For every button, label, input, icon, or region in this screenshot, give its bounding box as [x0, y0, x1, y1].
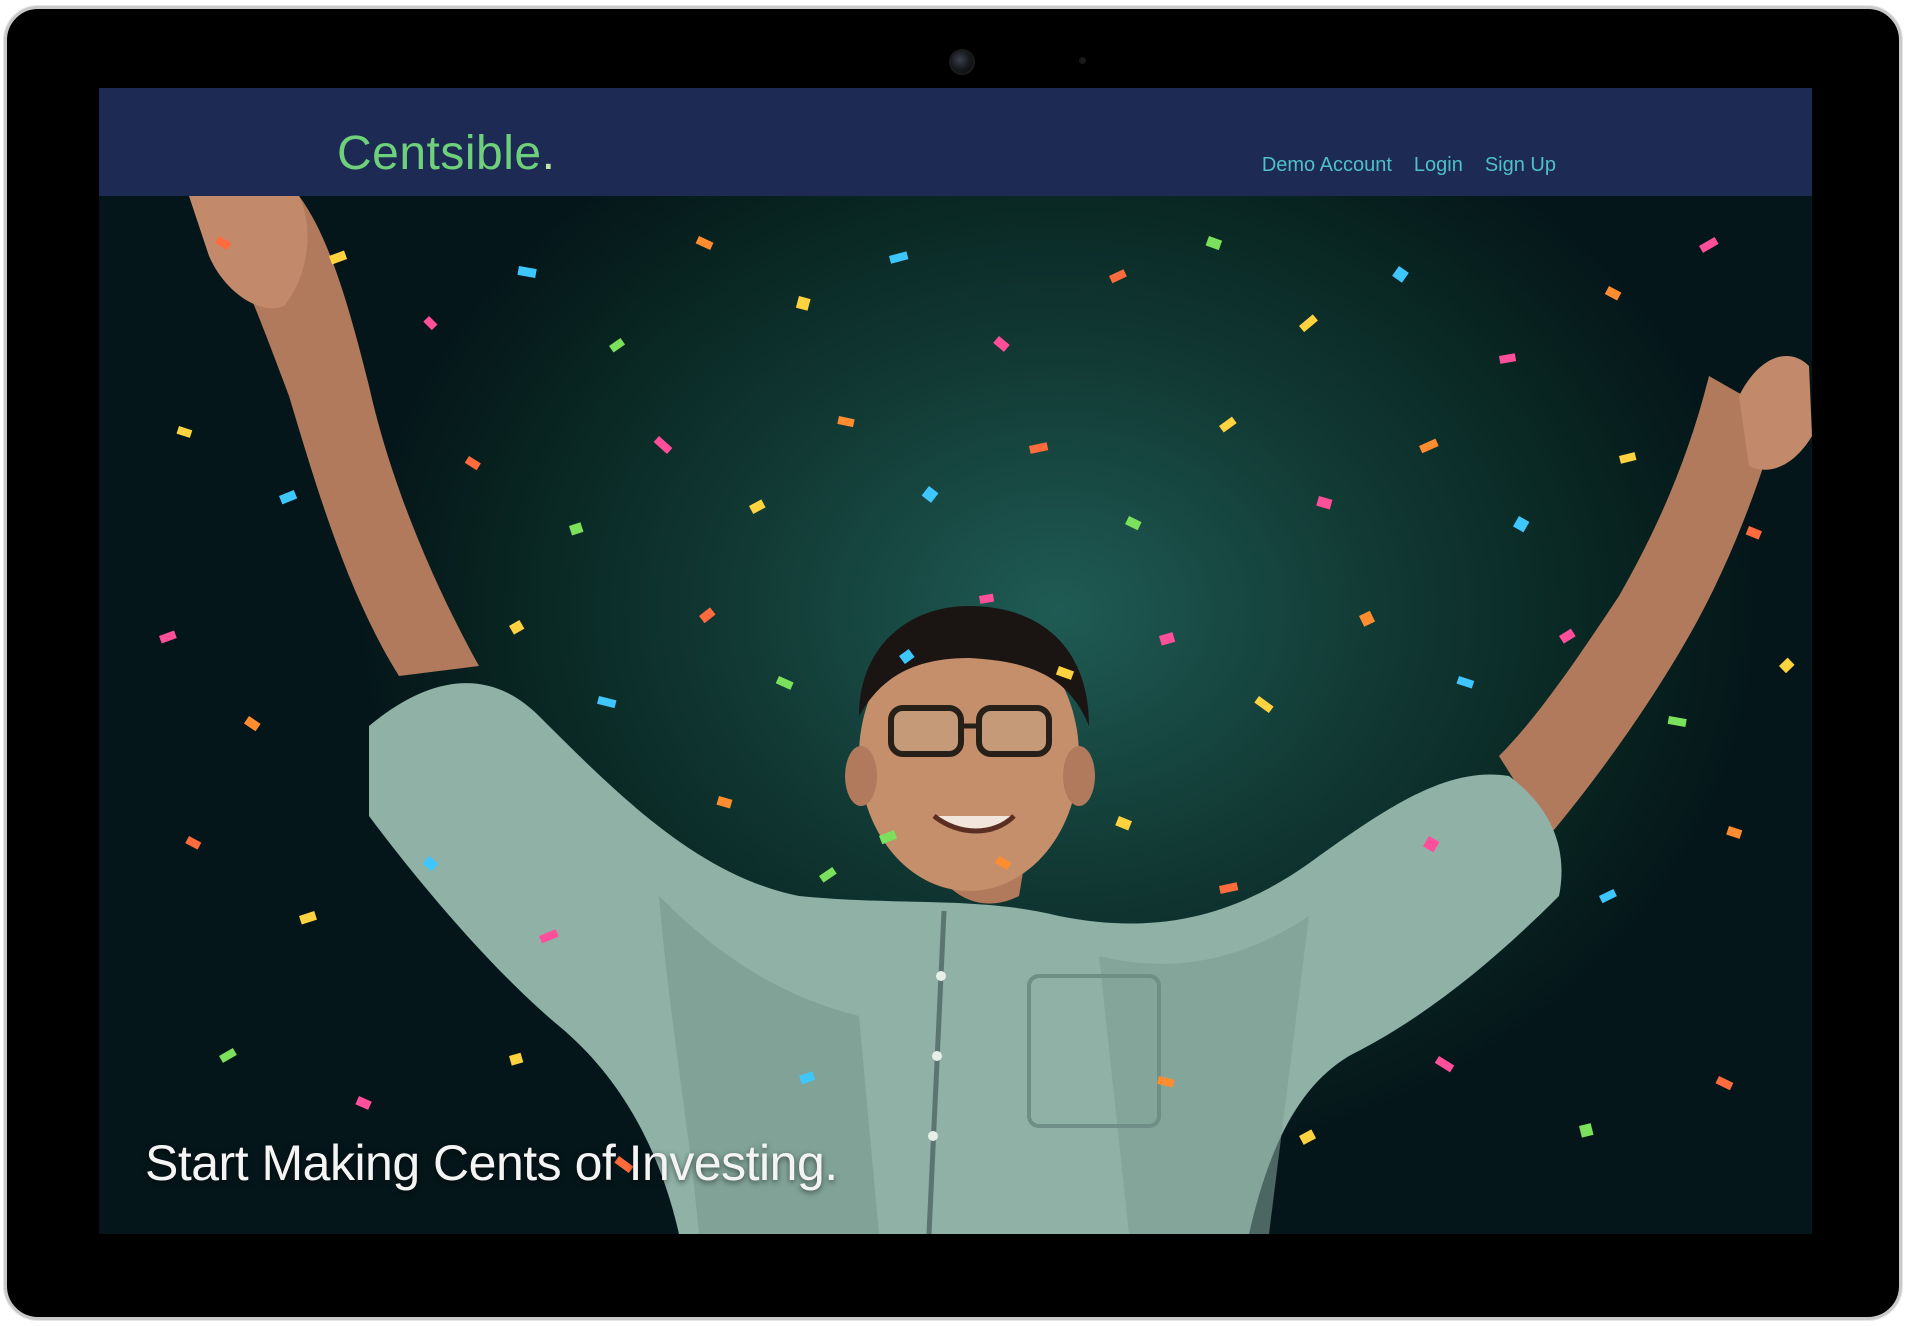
hero-section: Start Making Cents of Investing.: [99, 196, 1812, 1234]
nav-link-demo-account[interactable]: Demo Account: [1262, 154, 1392, 177]
hero-photo: [158, 196, 1812, 1234]
screen: Centsible. Demo Account Login Sign Up St…: [99, 88, 1812, 1234]
logo-text: Centsible: [337, 127, 542, 180]
nav-links: Demo Account Login Sign Up: [1262, 154, 1556, 177]
navbar: Centsible. Demo Account Login Sign Up: [99, 88, 1812, 196]
hero-tagline: Start Making Cents of Investing.: [145, 1135, 838, 1191]
logo[interactable]: Centsible.: [337, 126, 555, 181]
nav-link-sign-up[interactable]: Sign Up: [1485, 154, 1556, 177]
sensor-icon: [1079, 57, 1086, 64]
person-figure: [189, 196, 1812, 1234]
nav-link-login[interactable]: Login: [1414, 154, 1463, 177]
logo-dot: .: [541, 127, 556, 180]
camera-icon: [949, 49, 975, 75]
